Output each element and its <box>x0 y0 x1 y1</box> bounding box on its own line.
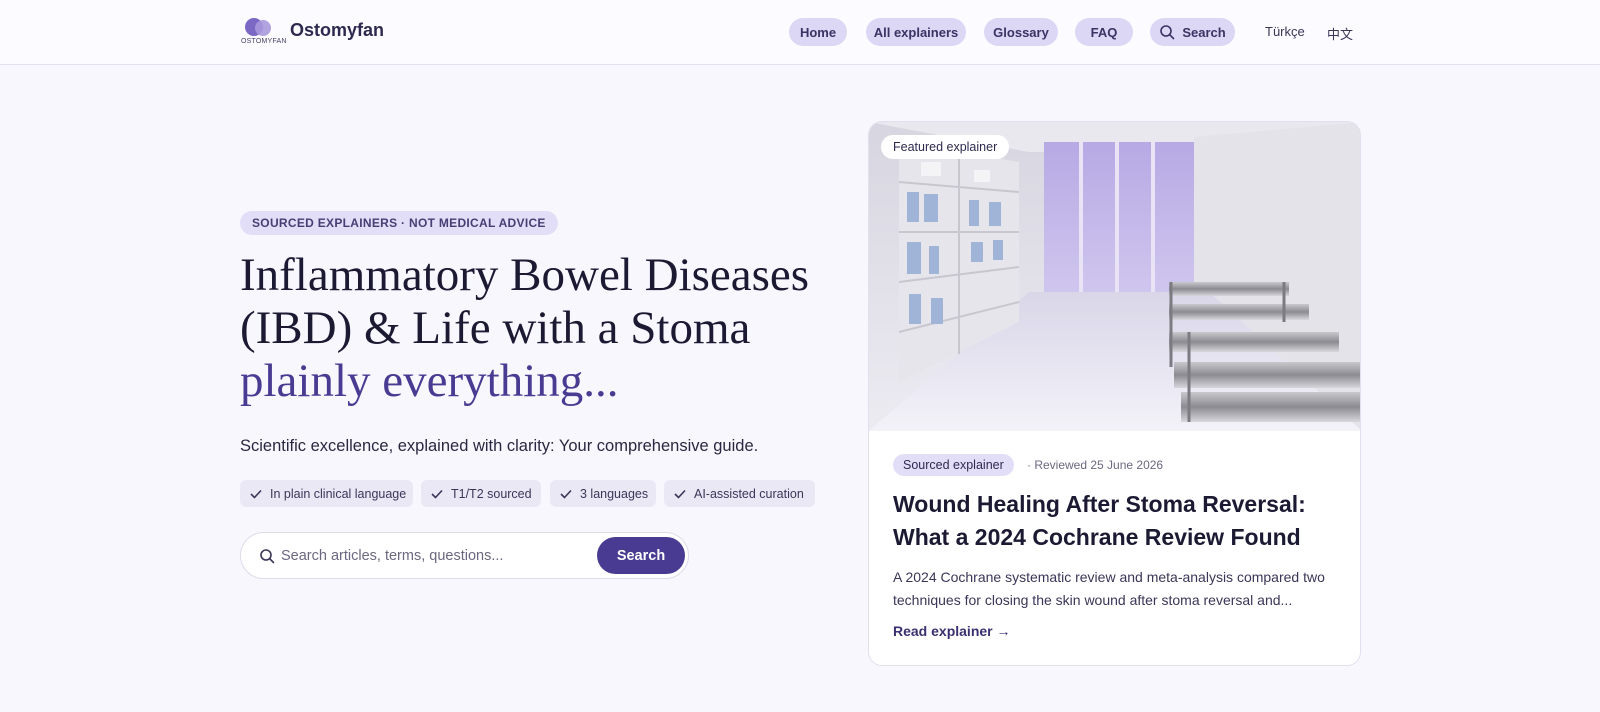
featured-explainer-card[interactable]: Featured explainer Sourced explainer · R… <box>868 121 1361 666</box>
brand-logo-icon[interactable]: OSTOMYFAN <box>241 16 287 48</box>
feature-chip: T1/T2 sourced <box>421 480 541 507</box>
nav-search-label: Search <box>1182 24 1226 40</box>
search-input[interactable] <box>281 543 591 569</box>
feature-chip: In plain clinical language <box>240 480 413 507</box>
check-icon <box>431 489 443 499</box>
feature-chip-label: In plain clinical language <box>270 486 407 501</box>
check-icon <box>250 489 262 499</box>
headline-main: Inflammatory Bowel Diseases (IBD) & Life… <box>240 249 810 354</box>
hero-subtitle: Scientific excellence, explained with cl… <box>240 437 759 455</box>
search-button[interactable]: Search <box>597 537 685 574</box>
nav-home[interactable]: Home <box>789 18 847 46</box>
check-icon <box>674 489 686 499</box>
hero-headline: Inflammatory Bowel Diseases (IBD) & Life… <box>240 249 820 408</box>
headline-accent: plainly everything... <box>240 355 619 407</box>
feature-chip-label: T1/T2 sourced <box>451 486 532 501</box>
featured-image: Featured explainer <box>869 122 1360 431</box>
read-explainer-link[interactable]: Read explainer → <box>893 623 1011 639</box>
nav-glossary[interactable]: Glossary <box>984 18 1058 46</box>
search-icon <box>1160 25 1175 40</box>
hero-search-bar: Search <box>240 532 689 579</box>
feature-chip-label: AI-assisted curation <box>694 486 804 501</box>
nav-search[interactable]: Search <box>1150 18 1235 46</box>
nav-all-explainers[interactable]: All explainers <box>866 18 966 46</box>
featured-title[interactable]: Wound Healing After Stoma Reversal: What… <box>893 488 1343 554</box>
logo-wordmark: OSTOMYFAN <box>241 38 287 45</box>
feature-chip-label: 3 languages <box>580 486 649 501</box>
brand-name[interactable]: Ostomyfan <box>290 20 384 41</box>
hero-eyebrow-badge: SOURCED EXPLAINERS · NOT MEDICAL ADVICE <box>240 211 558 235</box>
reviewed-date: · Reviewed 25 June 2026 <box>1027 458 1164 472</box>
language-chinese[interactable]: 中文 <box>1327 24 1353 43</box>
feature-chip: 3 languages <box>550 480 656 507</box>
language-turkish[interactable]: Türkçe <box>1265 24 1305 39</box>
featured-badge: Featured explainer <box>881 135 1010 159</box>
sourced-badge: Sourced explainer <box>893 454 1014 476</box>
top-navigation-bar: OSTOMYFAN Ostomyfan Home All explainers … <box>0 0 1600 65</box>
check-icon <box>560 489 572 499</box>
feature-chip: AI-assisted curation <box>664 480 815 507</box>
search-icon <box>260 549 275 564</box>
featured-excerpt: A 2024 Cochrane systematic review and me… <box>893 569 1325 608</box>
nav-faq[interactable]: FAQ <box>1075 18 1133 46</box>
